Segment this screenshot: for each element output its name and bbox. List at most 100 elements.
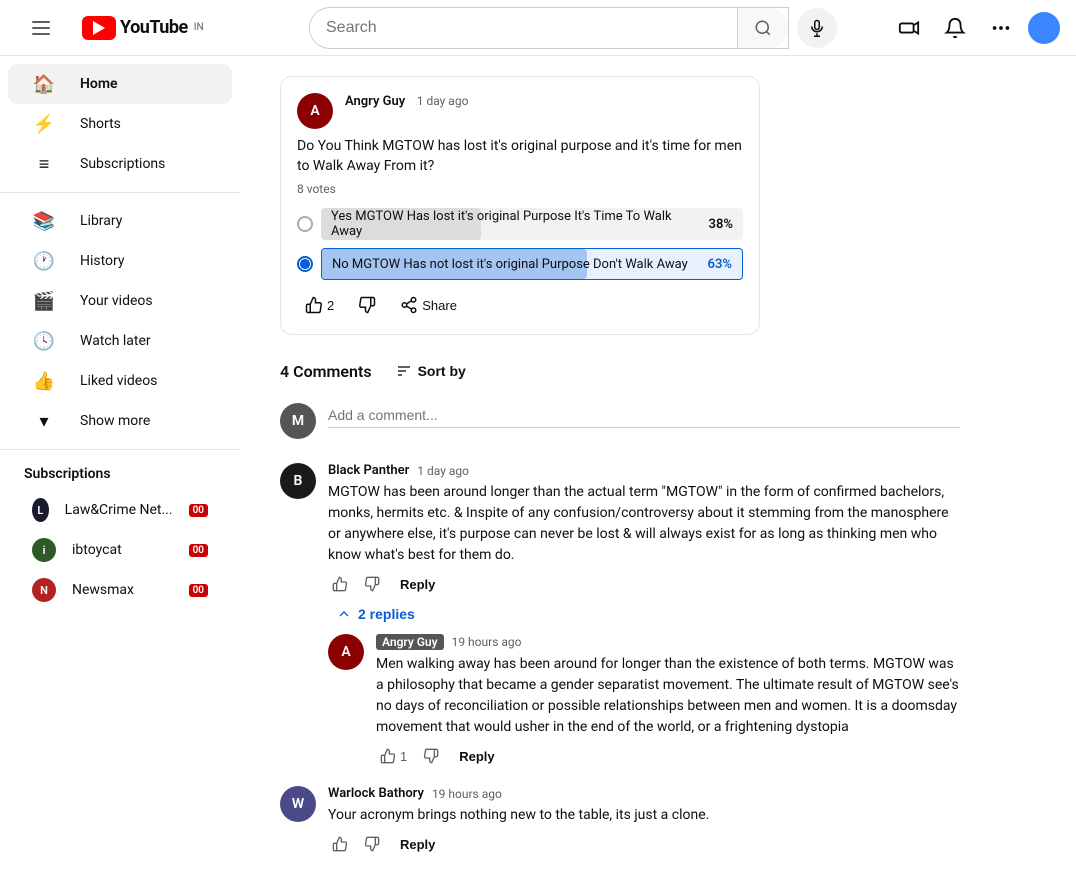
radio-option-a <box>297 216 313 232</box>
notifications-button[interactable] <box>936 9 974 47</box>
option-text-a: Yes MGTOW Has lost it's original Purpose… <box>321 209 709 239</box>
comment-avatar-1[interactable]: B <box>280 463 316 499</box>
sort-button[interactable]: Sort by <box>388 359 474 383</box>
comment-like-button-1[interactable] <box>328 574 352 594</box>
sub-reply-avatar-1[interactable]: A <box>328 634 364 670</box>
sidebar-item-liked-videos[interactable]: 👍 Liked videos <box>8 361 232 401</box>
topbar-left: YouTubeIN <box>16 5 256 51</box>
sidebar-item-library[interactable]: 📚 Library <box>8 201 232 241</box>
comment-text-2: Your acronym brings nothing new to the t… <box>328 805 960 826</box>
comments-header: 4 Comments Sort by <box>280 359 960 383</box>
hamburger-button[interactable] <box>16 5 66 51</box>
radio-option-b <box>297 256 313 272</box>
logo-area[interactable]: YouTubeIN <box>82 16 204 40</box>
subscriptions-icon: ≡ <box>32 154 56 175</box>
comment-thread-1: B Black Panther 1 day ago MGTOW has been… <box>280 463 960 766</box>
comment-dislike-button-2[interactable] <box>360 834 384 854</box>
comment-main-1: B Black Panther 1 day ago MGTOW has been… <box>280 463 960 594</box>
sidebar-label-library: Library <box>80 213 122 229</box>
comment-avatar-2[interactable]: W <box>280 786 316 822</box>
apps-button[interactable] <box>982 9 1020 47</box>
comment-input[interactable] <box>328 403 960 428</box>
hamburger-icon <box>24 13 58 43</box>
sidebar-label-subscriptions: Subscriptions <box>80 156 165 172</box>
poll-votes: 8 votes <box>297 182 743 196</box>
sub-avatar-ibtoycat: i <box>32 538 56 562</box>
search-input[interactable] <box>310 11 737 45</box>
play-triangle-icon <box>93 21 105 35</box>
comment-body-1: Black Panther 1 day ago MGTOW has been a… <box>328 463 960 594</box>
show-replies-button-1[interactable]: 2 replies <box>328 602 423 626</box>
sidebar-item-newsmax[interactable]: N Newsmax 00 <box>8 570 232 604</box>
search-button[interactable] <box>737 8 788 48</box>
sub-reply-like-count-1: 1 <box>400 749 407 764</box>
poll-card: A Angry Guy 1 day ago Do You Think MGTOW… <box>280 76 760 335</box>
history-icon: 🕐 <box>32 251 56 272</box>
sub-reply-time-1: 19 hours ago <box>452 635 522 649</box>
sidebar-item-home[interactable]: 🏠 Home <box>8 64 232 104</box>
poll-option-a[interactable]: Yes MGTOW Has lost it's original Purpose… <box>297 208 743 240</box>
poll-dislike-button[interactable] <box>350 292 384 318</box>
comment-dislike-button-1[interactable] <box>360 574 384 594</box>
sidebar-item-subscriptions[interactable]: ≡ Subscriptions <box>8 144 232 184</box>
comment-actions-2: Reply <box>328 834 960 854</box>
search-icon <box>754 19 772 37</box>
user-avatar[interactable] <box>1028 12 1060 44</box>
sub-reply-1: A Angry Guy 19 hours ago Men walking awa… <box>328 634 960 766</box>
comment-time-2: 19 hours ago <box>432 787 502 801</box>
sidebar-item-law-crime[interactable]: L Law&Crime Net... 00 <box>8 490 232 530</box>
sub-reply-dislike-button-1[interactable] <box>419 746 443 766</box>
share-icon <box>400 296 418 314</box>
poll-header: A Angry Guy 1 day ago <box>297 93 743 129</box>
sidebar-divider-2 <box>0 449 240 450</box>
poll-actions: 2 Share <box>297 292 743 318</box>
sidebar-label-shorts: Shorts <box>80 116 121 132</box>
poll-channel-avatar[interactable]: A <box>297 93 333 129</box>
reply-chip-1: Angry Guy <box>376 634 444 650</box>
option-bar-wrapper-a: Yes MGTOW Has lost it's original Purpose… <box>321 208 743 240</box>
sub-reply-text-1: Men walking away has been around for lon… <box>376 654 960 738</box>
bell-icon <box>944 17 966 39</box>
sidebar-item-shorts[interactable]: ⚡ Shorts <box>8 104 232 144</box>
mic-button[interactable] <box>797 8 837 48</box>
sub-avatar-newsmax: N <box>32 578 56 602</box>
comment-like-button-2[interactable] <box>328 834 352 854</box>
dislike-icon-2 <box>364 836 380 852</box>
create-button[interactable] <box>890 9 928 47</box>
reply-button-1[interactable]: Reply <box>392 575 443 594</box>
poll-share-button[interactable]: Share <box>392 292 465 318</box>
create-icon <box>898 17 920 39</box>
sidebar-item-watch-later[interactable]: 🕓 Watch later <box>8 321 232 361</box>
reply-button-2[interactable]: Reply <box>392 835 443 854</box>
sub-label-ibtoycat: ibtoycat <box>72 542 122 558</box>
sidebar-item-your-videos[interactable]: 🎬 Your videos <box>8 281 232 321</box>
sidebar-item-ibtoycat[interactable]: i ibtoycat 00 <box>8 530 232 570</box>
poll-channel-name: Angry Guy <box>345 94 405 109</box>
subscriptions-section-title: Subscriptions <box>0 458 240 490</box>
sub-reply-button-1[interactable]: Reply <box>451 747 502 766</box>
poll-share-label: Share <box>422 298 457 313</box>
library-icon: 📚 <box>32 211 56 232</box>
comment-thread-2: W Warlock Bathory 19 hours ago Your acro… <box>280 786 960 854</box>
sub-reply-like-button-1[interactable]: 1 <box>376 746 411 766</box>
watch-later-icon: 🕓 <box>32 331 56 352</box>
sort-label: Sort by <box>418 363 466 379</box>
liked-videos-icon: 👍 <box>32 371 56 392</box>
apps-icon <box>990 17 1012 39</box>
your-videos-icon: 🎬 <box>32 291 56 312</box>
sub-reply-actions-1: 1 Reply <box>376 746 960 766</box>
comments-count: 4 Comments <box>280 362 372 381</box>
replies-count-label: 2 replies <box>358 606 415 622</box>
poll-like-button[interactable]: 2 <box>297 292 342 318</box>
sub-badge-ibtoycat: 00 <box>189 544 208 557</box>
comment-user-avatar: M <box>280 403 316 439</box>
sub-reply-body-1: Angry Guy 19 hours ago Men walking away … <box>376 634 960 766</box>
sidebar-label-history: History <box>80 253 125 269</box>
option-bar-a: Yes MGTOW Has lost it's original Purpose… <box>321 208 743 240</box>
sidebar-item-show-more[interactable]: ▾ Show more <box>8 401 232 441</box>
sidebar-item-history[interactable]: 🕐 History <box>8 241 232 281</box>
poll-time: 1 day ago <box>417 94 469 108</box>
like-icon-1 <box>332 576 348 592</box>
poll-option-b[interactable]: No MGTOW Has not lost it's original Purp… <box>297 248 743 280</box>
replies-section-1: 2 replies A Angry Guy 19 hours ago Men w… <box>328 602 960 766</box>
